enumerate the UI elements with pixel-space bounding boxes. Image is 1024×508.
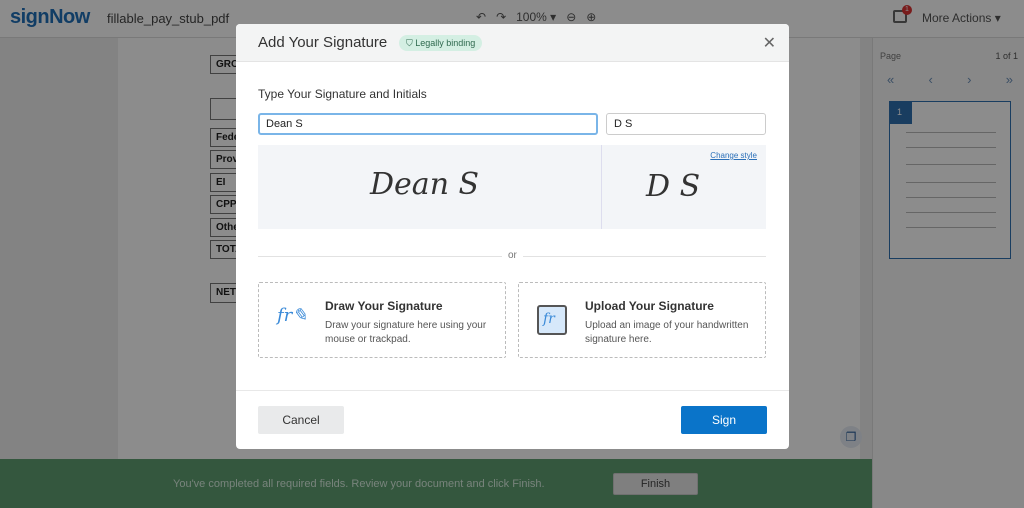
pen-signature-icon: fr✎ (277, 305, 308, 326)
signature-input[interactable]: Dean S (258, 113, 598, 135)
upload-title: Upload Your Signature (585, 299, 714, 313)
signature-preview-text: Dean S (370, 167, 480, 202)
initials-input[interactable]: D S (606, 113, 766, 135)
close-icon[interactable]: ✕ (763, 33, 776, 53)
add-signature-dialog: Add Your Signature ⛉ Legally binding ✕ T… (236, 24, 789, 449)
dialog-title: Add Your Signature (258, 34, 388, 51)
draw-description: Draw your signature here using your mous… (325, 320, 487, 345)
upload-image-icon: fr (537, 305, 567, 335)
change-style-link[interactable]: Change style (710, 151, 757, 160)
cancel-button[interactable]: Cancel (258, 406, 344, 434)
sign-button[interactable]: Sign (681, 406, 767, 434)
upload-signature-option[interactable]: fr Upload Your Signature Upload an image… (518, 282, 766, 358)
draw-title: Draw Your Signature (325, 299, 443, 313)
upload-description: Upload an image of your handwritten sign… (585, 320, 749, 345)
badge-label: Legally binding (415, 38, 476, 48)
initials-preview-text: D S (646, 169, 701, 204)
footer-divider (236, 390, 789, 391)
draw-signature-option[interactable]: fr✎ Draw Your Signature Draw your signat… (258, 282, 506, 358)
signature-preview: Dean S D S Change style (258, 145, 766, 229)
section-title: Type Your Signature and Initials (258, 87, 427, 101)
shield-icon: ⛉ (406, 38, 416, 48)
or-label: or (502, 250, 523, 261)
legally-binding-badge: ⛉ Legally binding (399, 35, 483, 51)
dialog-header: Add Your Signature ⛉ Legally binding ✕ (236, 24, 789, 62)
